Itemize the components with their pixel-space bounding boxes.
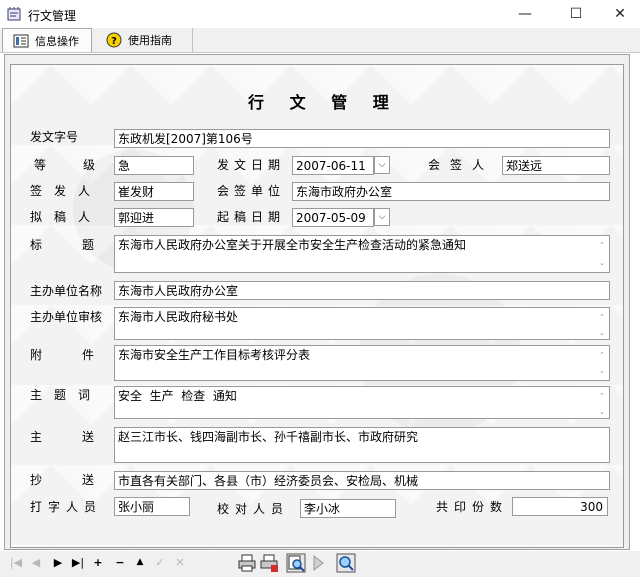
host-unit-field[interactable]: 东海市人民政府办公室: [114, 281, 610, 300]
proofreader-field[interactable]: 李小冰: [300, 499, 396, 518]
copies-field[interactable]: 300: [512, 497, 608, 516]
send-to-field[interactable]: 赵三江市长、钱四海副市长、孙千禧副市长、市政府研究: [114, 427, 610, 463]
label-doc-number: 发文字号: [30, 130, 79, 144]
label-countersigner: 会签人: [428, 158, 495, 172]
keywords-scrollbar[interactable]: ⌃ ⌄: [597, 388, 607, 417]
doc-number-field[interactable]: 东政机发[2007]第106号: [114, 129, 610, 148]
document-list-icon: [13, 34, 29, 47]
preview-icon[interactable]: [286, 553, 306, 573]
close-button[interactable]: ✕: [597, 0, 640, 28]
host-review-scrollbar[interactable]: ⌃ ⌄: [597, 309, 607, 338]
tab-bar: 信息操作 ? 使用指南: [0, 28, 640, 53]
window-title: 行文管理: [28, 9, 77, 23]
draft-date-field[interactable]: 2007-05-09: [292, 208, 374, 227]
label-issue-date: 发文日期: [217, 158, 286, 172]
label-proofreader: 校对人员: [217, 502, 290, 516]
navigator-bar: |◀ ◀ ▶ ▶| + − ▲ ✓ ✕: [0, 551, 640, 577]
subject-field[interactable]: 东海市人民政府办公室关于开展全市安全生产检查活动的紧急通知 ⌃ ⌄: [114, 235, 610, 273]
subject-scrollbar[interactable]: ⌃ ⌄: [597, 237, 607, 271]
minimize-button[interactable]: —: [502, 0, 548, 28]
draft-date-dropdown-button[interactable]: ⌵: [374, 208, 390, 226]
label-host-unit: 主办单位名称: [30, 284, 103, 298]
label-signer: 签发人: [30, 184, 103, 198]
play-icon[interactable]: [308, 553, 328, 573]
keywords-text: 安全 生产 检查 通知: [118, 389, 237, 403]
print-icon[interactable]: [237, 553, 257, 573]
issue-date-dropdown-button[interactable]: ⌵: [374, 156, 390, 174]
label-drafter: 拟稿人: [30, 210, 103, 224]
maximize-button[interactable]: ☐: [553, 0, 599, 28]
countersigner-field[interactable]: 郑送远: [502, 156, 610, 175]
svg-text:?: ?: [111, 36, 117, 47]
label-draft-date: 起稿日期: [217, 210, 286, 224]
tab-user-guide[interactable]: ? 使用指南: [96, 28, 193, 52]
label-host-review: 主办单位审核: [30, 310, 103, 324]
attachment-scrollbar[interactable]: ⌃ ⌄: [597, 347, 607, 379]
drafter-field[interactable]: 郭迎进: [114, 208, 194, 227]
nav-first-button[interactable]: |◀: [8, 556, 24, 569]
nav-cancel-button[interactable]: ✕: [172, 556, 188, 569]
nav-post-button[interactable]: ✓: [152, 556, 168, 569]
find-icon[interactable]: [336, 553, 356, 573]
nav-last-button[interactable]: ▶|: [70, 556, 86, 569]
countersign-unit-field[interactable]: 东海市政府办公室: [292, 182, 610, 201]
host-review-field[interactable]: 东海市人民政府秘书处 ⌃ ⌄: [114, 307, 610, 340]
host-review-text: 东海市人民政府秘书处: [118, 310, 239, 324]
grade-field[interactable]: 急: [114, 156, 194, 175]
nav-insert-button[interactable]: +: [90, 556, 106, 569]
label-keywords: 主题词: [30, 388, 103, 402]
tab-user-guide-label: 使用指南: [128, 34, 172, 47]
copy-to-field[interactable]: 市直各有关部门、各县（市）经济委员会、安检局、机械: [114, 471, 610, 490]
attachment-text: 东海市安全生产工作目标考核评分表: [118, 348, 311, 362]
send-to-text: 赵三江市长、钱四海副市长、孙千禧副市长、市政府研究: [118, 430, 419, 444]
keywords-field[interactable]: 安全 生产 检查 通知 ⌃ ⌄: [114, 386, 610, 419]
app-icon: [7, 7, 21, 21]
signer-field[interactable]: 崔发财: [114, 182, 194, 201]
label-copies: 共印份数: [436, 500, 509, 514]
tab-info-operation[interactable]: 信息操作: [2, 28, 92, 52]
subject-text: 东海市人民政府办公室关于开展全市安全生产检查活动的紧急通知: [118, 238, 467, 252]
page-title: 行 文 管 理: [248, 93, 399, 112]
nav-prior-button[interactable]: ◀: [28, 556, 44, 569]
tab-info-operation-label: 信息操作: [35, 34, 79, 48]
nav-next-button[interactable]: ▶: [50, 556, 66, 569]
title-bar: 行文管理 — ☐ ✕: [0, 0, 640, 28]
issue-date-field[interactable]: 2007-06-11: [292, 156, 374, 175]
nav-delete-button[interactable]: −: [112, 556, 128, 569]
help-icon: ?: [106, 32, 122, 48]
label-typist: 打字人员: [30, 500, 103, 514]
attachment-field[interactable]: 东海市安全生产工作目标考核评分表 ⌃ ⌄: [114, 345, 610, 381]
nav-edit-button[interactable]: ▲: [132, 557, 148, 567]
label-countersign-unit: 会签单位: [217, 184, 286, 198]
print-setup-icon[interactable]: [259, 553, 279, 573]
typist-field[interactable]: 张小丽: [114, 497, 190, 516]
